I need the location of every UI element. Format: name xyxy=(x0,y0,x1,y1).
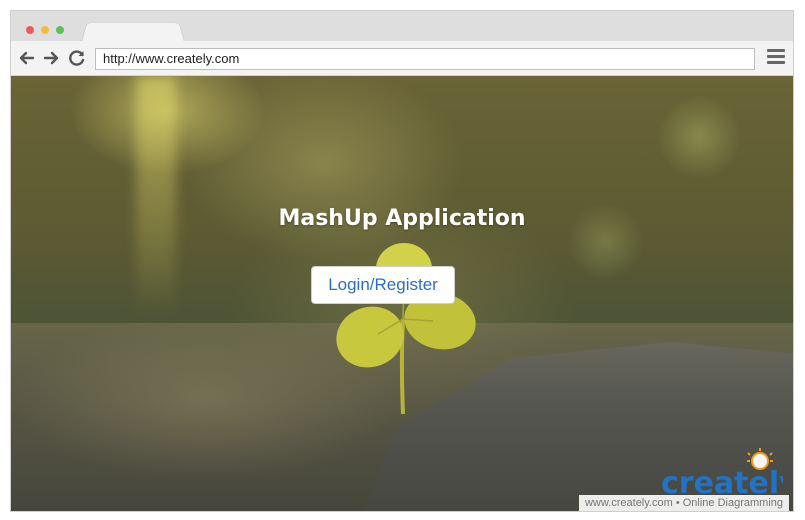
maximize-window-button[interactable] xyxy=(56,26,64,34)
creately-watermark: creately www.creately.com • Online Diagr… xyxy=(554,447,789,511)
forward-button[interactable] xyxy=(41,48,61,68)
minimize-window-button[interactable] xyxy=(41,26,49,34)
creately-logo: creately xyxy=(661,448,783,501)
hamburger-menu-icon[interactable] xyxy=(767,49,787,67)
browser-toolbar: http://www.creately.com xyxy=(11,41,793,76)
back-arrow-icon xyxy=(19,51,35,65)
reload-button[interactable] xyxy=(67,48,87,68)
back-button[interactable] xyxy=(17,48,37,68)
forward-arrow-icon xyxy=(43,51,59,65)
browser-title-bar xyxy=(11,11,793,42)
browser-tab[interactable] xyxy=(81,21,185,42)
background-light xyxy=(136,76,176,316)
reload-icon xyxy=(69,50,85,66)
browser-window: http://www.creately.com MashUp Applicati… xyxy=(10,10,794,512)
watermark-caption: www.creately.com • Online Diagramming xyxy=(578,495,789,511)
close-window-button[interactable] xyxy=(26,26,34,34)
page-title: MashUp Application xyxy=(278,206,526,231)
page-hero: MashUp Application Login/Register create… xyxy=(11,76,793,511)
login-register-button[interactable]: Login/Register xyxy=(311,266,455,304)
address-bar[interactable]: http://www.creately.com xyxy=(95,48,755,70)
